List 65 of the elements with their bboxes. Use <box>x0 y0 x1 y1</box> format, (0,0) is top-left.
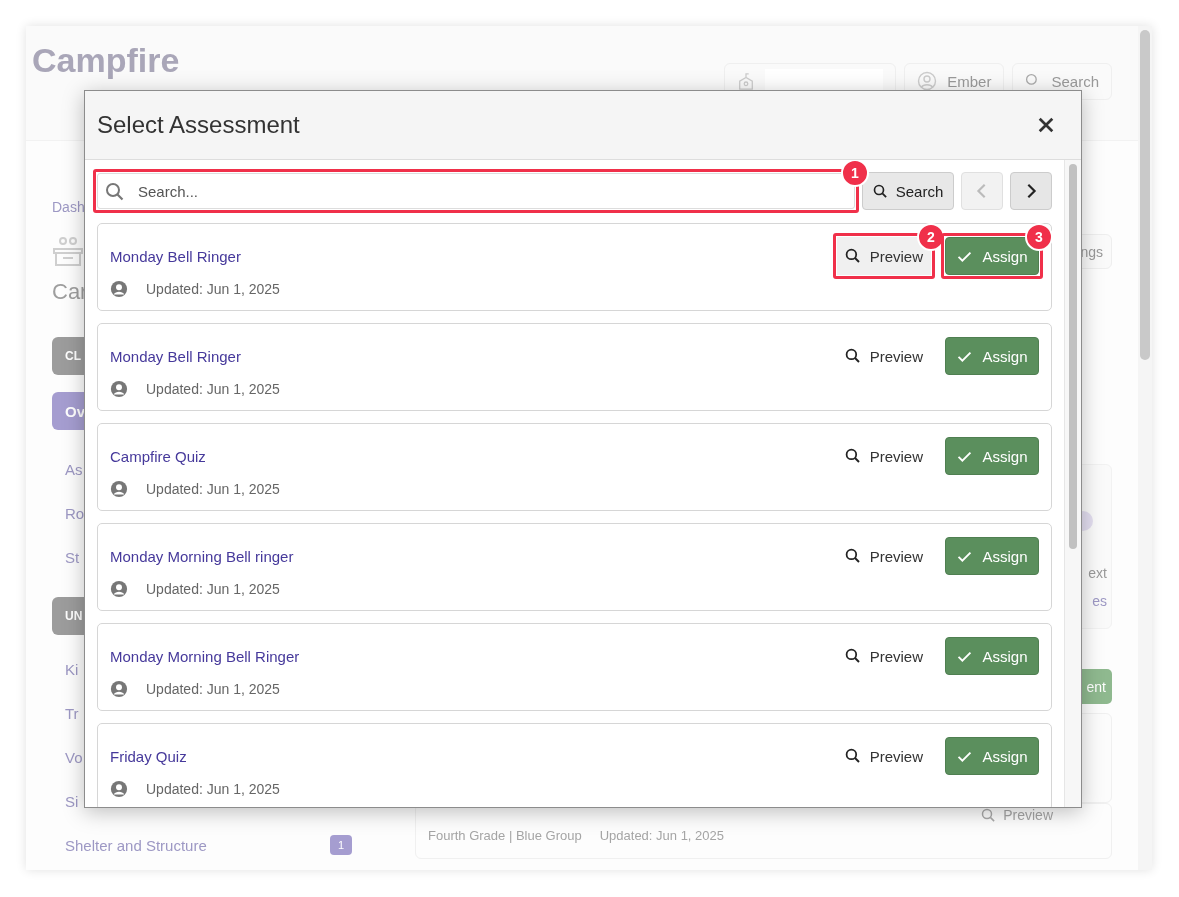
assign-button[interactable]: Assign <box>945 737 1039 775</box>
search-icon <box>105 182 125 202</box>
callout-badge: 3 <box>1025 223 1053 251</box>
user-icon <box>917 71 938 91</box>
sidebar-item[interactable]: Shelter and Structure 1 <box>52 835 352 855</box>
search-icon <box>844 648 861 664</box>
search-icon <box>872 183 888 199</box>
preview-button[interactable]: Preview <box>836 537 931 575</box>
app-logo: Campfire <box>32 40 180 80</box>
updated-text: Updated: Jun 1, 2025 <box>146 581 280 597</box>
search-icon <box>844 448 861 464</box>
assessment-title[interactable]: Monday Morning Bell Ringer <box>110 647 300 665</box>
user-icon <box>110 780 128 798</box>
sidebar-item[interactable]: Si <box>52 791 79 811</box>
class-heading: Car <box>52 279 88 306</box>
preview-button[interactable]: Preview <box>836 437 931 475</box>
assign-button[interactable]: Assign <box>945 437 1039 475</box>
user-icon <box>110 480 128 498</box>
user-icon <box>110 580 128 598</box>
classroom-icon <box>52 236 84 266</box>
search-icon <box>844 348 861 364</box>
page-scrollbar[interactable] <box>1138 26 1152 870</box>
search-icon <box>844 548 861 564</box>
preview-button[interactable]: Preview <box>975 806 1059 824</box>
search-icon <box>981 807 997 823</box>
card-text: ext <box>1088 565 1107 581</box>
school-icon <box>737 73 756 91</box>
callout-badge: 1 <box>841 160 869 187</box>
next-button[interactable] <box>1010 172 1052 210</box>
user-icon <box>110 680 128 698</box>
count-badge: 1 <box>329 835 352 855</box>
user-icon <box>110 280 128 298</box>
sidebar-item[interactable]: As <box>52 459 83 479</box>
sidebar-item[interactable]: Vo <box>52 747 83 767</box>
updated-text: Updated: Jun 1, 2025 <box>599 827 724 843</box>
preview-button[interactable]: Preview <box>836 737 931 775</box>
updated-text: Updated: Jun 1, 2025 <box>146 481 280 497</box>
card-link[interactable]: es <box>1092 593 1107 609</box>
user-icon <box>110 380 128 398</box>
sidebar-item[interactable]: Ki <box>52 659 79 679</box>
updated-text: Updated: Jun 1, 2025 <box>146 381 280 397</box>
sidebar-item[interactable]: Ro <box>52 503 85 523</box>
assessment-title[interactable]: Campfire Quiz <box>110 447 206 465</box>
search-button[interactable]: Search <box>862 172 954 210</box>
search-icon <box>844 248 861 264</box>
updated-text: Updated: Jun 1, 2025 <box>146 681 280 697</box>
search-icon <box>844 748 861 764</box>
dialog-scrollbar[interactable] <box>1064 160 1081 807</box>
sidebar-item[interactable]: Tr <box>52 703 79 723</box>
assign-button[interactable]: Assign <box>945 637 1039 675</box>
assessment-title[interactable]: Monday Bell Ringer <box>110 247 241 265</box>
preview-button[interactable]: Preview <box>836 337 931 375</box>
assessment-title[interactable]: Friday Quiz <box>110 747 187 765</box>
preview-button[interactable]: Preview <box>836 637 931 675</box>
assessment-title[interactable]: Monday Morning Bell ringer <box>110 547 294 565</box>
assign-button[interactable]: Assign <box>945 337 1039 375</box>
updated-text: Updated: Jun 1, 2025 <box>146 281 280 297</box>
assign-button[interactable]: Assign <box>945 537 1039 575</box>
item-label: Shelter and Structure <box>65 836 207 854</box>
sidebar-item[interactable]: St <box>52 547 80 567</box>
dialog-title: Select Assessment <box>97 111 300 139</box>
updated-text: Updated: Jun 1, 2025 <box>146 781 280 797</box>
close-icon <box>1037 116 1055 134</box>
breadcrumb-link[interactable]: Dash <box>52 199 85 217</box>
group-text: Fourth Grade | Blue Group <box>428 827 582 843</box>
